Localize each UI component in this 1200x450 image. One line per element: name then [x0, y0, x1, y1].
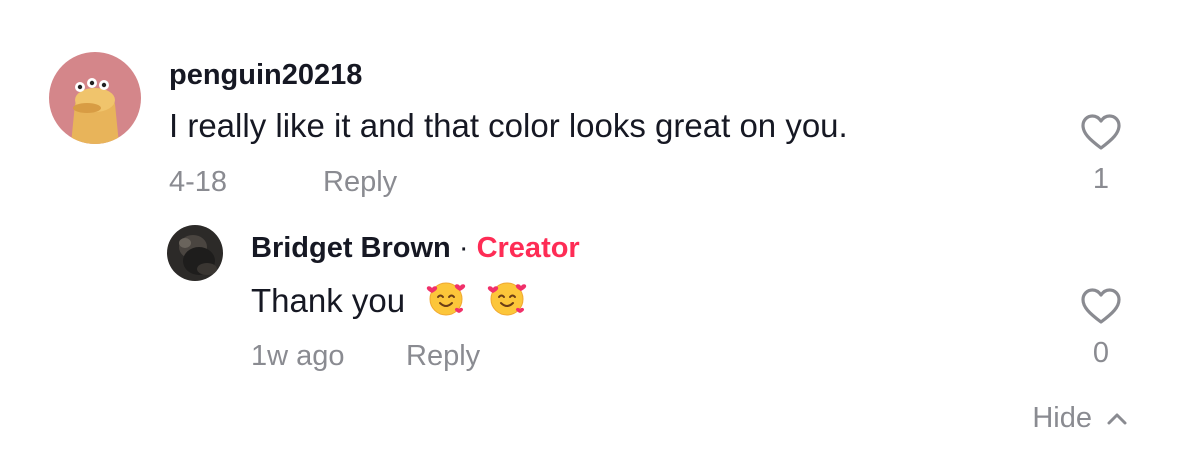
- like-count: 1: [1092, 163, 1110, 195]
- reply-like-button[interactable]: [1079, 286, 1123, 326]
- reply-text: Thank you: [251, 282, 406, 319]
- user-avatar-image: [167, 225, 223, 281]
- creator-badge: Creator: [476, 232, 580, 264]
- like-button[interactable]: [1079, 112, 1123, 152]
- reply-text-line: Thank you: [251, 278, 527, 326]
- smiling-face-with-hearts-icon: [426, 278, 466, 326]
- comment-username[interactable]: penguin20218: [169, 59, 362, 92]
- heart-icon: [1081, 288, 1121, 324]
- reply-time: 1w ago: [251, 340, 345, 372]
- heart-icon: [1081, 114, 1121, 150]
- avatar[interactable]: [49, 52, 141, 144]
- comment-date: 4-18: [169, 166, 228, 198]
- comment-text: I really like it and that color looks gr…: [169, 107, 848, 144]
- reply-username-line: Bridget Brown · Creator: [251, 232, 580, 265]
- chevron-up-icon: [1107, 413, 1127, 424]
- reply-like-count: 0: [1092, 337, 1110, 369]
- user-avatar-image: [49, 52, 141, 144]
- hide-label: Hide: [1032, 402, 1092, 434]
- smiling-face-with-hearts-icon: [487, 278, 527, 326]
- reply-to-reply-button[interactable]: Reply: [406, 340, 480, 373]
- reply-username[interactable]: Bridget Brown: [251, 232, 451, 264]
- hide-replies-button[interactable]: Hide: [1032, 402, 1128, 435]
- separator-dot: ·: [458, 232, 469, 264]
- reply-button[interactable]: Reply: [323, 166, 397, 199]
- reply-avatar[interactable]: [167, 225, 223, 281]
